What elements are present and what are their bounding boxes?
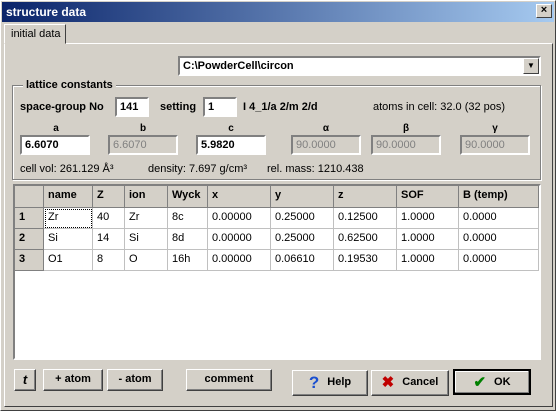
- transpose-icon: t: [22, 372, 28, 387]
- checkmark-icon: ✔: [473, 374, 487, 391]
- comment-button[interactable]: comment: [186, 369, 272, 391]
- table-cell[interactable]: 0.12500: [334, 208, 397, 229]
- param-label-a: a: [53, 123, 59, 134]
- table-cell[interactable]: 0.0000: [459, 229, 539, 250]
- column-header[interactable]: B (temp): [459, 186, 539, 208]
- column-header[interactable]: x: [208, 186, 271, 208]
- ok-label: OK: [494, 376, 511, 388]
- cell-volume: cell vol: 261.129 Å³: [20, 163, 114, 175]
- table-cell[interactable]: 14: [93, 229, 125, 250]
- window-title: structure data: [6, 5, 87, 19]
- add-atom-button[interactable]: + atom: [43, 369, 103, 391]
- ok-button[interactable]: ✔ OK: [453, 369, 531, 395]
- table-empty-area: [15, 271, 44, 358]
- column-header[interactable]: y: [271, 186, 334, 208]
- chevron-down-icon[interactable]: ▼: [523, 58, 539, 74]
- help-button[interactable]: ? Help: [292, 370, 368, 396]
- param-b-input: 6.6070: [108, 135, 178, 155]
- row-header[interactable]: 1: [15, 208, 44, 229]
- table-cell[interactable]: 0.00000: [208, 229, 271, 250]
- atoms-in-cell: atoms in cell: 32.0 (32 pos): [373, 101, 506, 113]
- param-beta-input: 90.0000: [371, 135, 441, 155]
- row-header[interactable]: 3: [15, 250, 44, 271]
- table-cell[interactable]: Si: [44, 229, 93, 250]
- space-group-input[interactable]: 141: [115, 97, 149, 117]
- table-corner: [15, 186, 44, 208]
- remove-atom-button[interactable]: - atom: [107, 369, 163, 391]
- param-c-input[interactable]: 5.9820: [196, 135, 266, 155]
- row-header[interactable]: 2: [15, 229, 44, 250]
- lattice-constants-title: lattice constants: [23, 79, 116, 91]
- table-cell[interactable]: 0.0000: [459, 250, 539, 271]
- setting-label: setting: [160, 101, 197, 113]
- table-cell[interactable]: 0.00000: [208, 208, 271, 229]
- param-a-input[interactable]: 6.6070: [20, 135, 90, 155]
- atom-table[interactable]: name Zion Wyck x y z SOF B (temp) 1 Zr 40 Zr 8c 0.000…: [13, 184, 541, 360]
- table-cell[interactable]: Si: [125, 229, 168, 250]
- table-cell[interactable]: 1.0000: [397, 229, 459, 250]
- table-cell[interactable]: 16h: [168, 250, 208, 271]
- table-cell[interactable]: 8d: [168, 229, 208, 250]
- table-cell[interactable]: 0.0000: [459, 208, 539, 229]
- param-gamma-input: 90.0000: [460, 135, 530, 155]
- table-cell[interactable]: 0.62500: [334, 229, 397, 250]
- help-label: Help: [327, 376, 352, 388]
- param-label-beta: β: [402, 123, 410, 134]
- file-path-combo[interactable]: C:\PowderCell\circon ▼: [178, 56, 541, 76]
- column-header[interactable]: Wyck: [168, 186, 208, 208]
- param-label-gamma: γ: [492, 123, 498, 134]
- table-cell[interactable]: 8: [93, 250, 125, 271]
- column-header[interactable]: name: [44, 186, 93, 208]
- table-cell[interactable]: 1.0000: [397, 250, 459, 271]
- table-cell[interactable]: O1: [44, 250, 93, 271]
- close-button[interactable]: ×: [536, 4, 552, 18]
- table-cell[interactable]: 1.0000: [397, 208, 459, 229]
- density: density: 7.697 g/cm³: [148, 163, 248, 175]
- column-header[interactable]: ion: [125, 186, 168, 208]
- param-label-b: b: [139, 123, 147, 134]
- table-cell[interactable]: 0.00000: [208, 250, 271, 271]
- space-group-label: space-group No: [20, 101, 104, 113]
- cancel-label: Cancel: [402, 376, 439, 388]
- table-cell[interactable]: 8c: [168, 208, 208, 229]
- param-label-alpha: α: [322, 123, 330, 134]
- param-label-c: c: [228, 123, 234, 134]
- table-cell[interactable]: 0.25000: [271, 208, 334, 229]
- structure-data-window: structure data × initial data C:\PowderC…: [0, 0, 556, 411]
- transpose-button[interactable]: t: [14, 369, 36, 391]
- column-header[interactable]: Z: [93, 186, 125, 208]
- table-cell[interactable]: 40: [93, 208, 125, 229]
- space-group-symbol: I 4_1/a 2/m 2/d: [243, 101, 318, 113]
- setting-input[interactable]: 1: [203, 97, 237, 117]
- param-alpha-input: 90.0000: [291, 135, 361, 155]
- relative-mass: rel. mass: 1210.438: [267, 163, 364, 175]
- table-cell[interactable]: 0.19530: [334, 250, 397, 271]
- table-cell[interactable]: O: [125, 250, 168, 271]
- table-cell[interactable]: 0.06610: [271, 250, 334, 271]
- file-path-value: C:\PowderCell\circon: [183, 60, 294, 72]
- tab-initial-data[interactable]: initial data: [4, 24, 66, 44]
- column-header[interactable]: z: [334, 186, 397, 208]
- title-bar: structure data ×: [2, 2, 554, 22]
- table-cell[interactable]: 0.25000: [271, 229, 334, 250]
- question-mark-icon: ?: [308, 373, 320, 392]
- cancel-button[interactable]: ✖ Cancel: [371, 370, 449, 396]
- column-header[interactable]: SOF: [397, 186, 459, 208]
- table-cell[interactable]: Zr: [125, 208, 168, 229]
- table-cell[interactable]: Zr: [44, 208, 93, 229]
- cross-icon: ✖: [381, 374, 395, 391]
